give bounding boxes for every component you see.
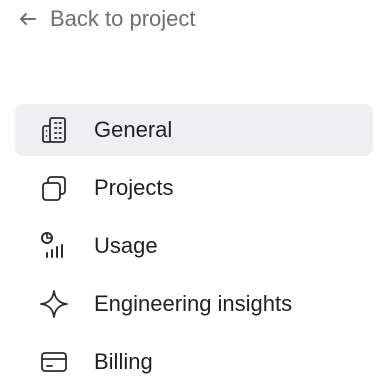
- nav-item-usage[interactable]: Usage: [15, 220, 373, 272]
- settings-nav: General Projects Usage Engineering insig…: [15, 104, 373, 388]
- usage-icon: [37, 229, 71, 263]
- nav-item-billing[interactable]: Billing: [15, 336, 373, 388]
- sparkle-icon: [37, 287, 71, 321]
- nav-item-engineering-insights[interactable]: Engineering insights: [15, 278, 373, 330]
- nav-label-billing: Billing: [94, 349, 153, 374]
- nav-label-engineering-insights: Engineering insights: [94, 291, 293, 316]
- building-icon: [37, 113, 71, 147]
- nav-label-general: General: [94, 117, 173, 142]
- back-link-label: Back to project: [50, 6, 196, 31]
- projects-icon: [37, 171, 71, 205]
- back-to-project-link[interactable]: Back to project: [18, 4, 196, 34]
- nav-label-projects: Projects: [94, 175, 174, 200]
- nav-item-projects[interactable]: Projects: [15, 162, 373, 214]
- settings-sidebar: Back to project General Projects Usage E…: [0, 0, 382, 388]
- nav-label-usage: Usage: [94, 233, 158, 258]
- credit-card-icon: [37, 345, 71, 379]
- arrow-left-icon: [18, 9, 38, 29]
- nav-item-general[interactable]: General: [15, 104, 373, 156]
